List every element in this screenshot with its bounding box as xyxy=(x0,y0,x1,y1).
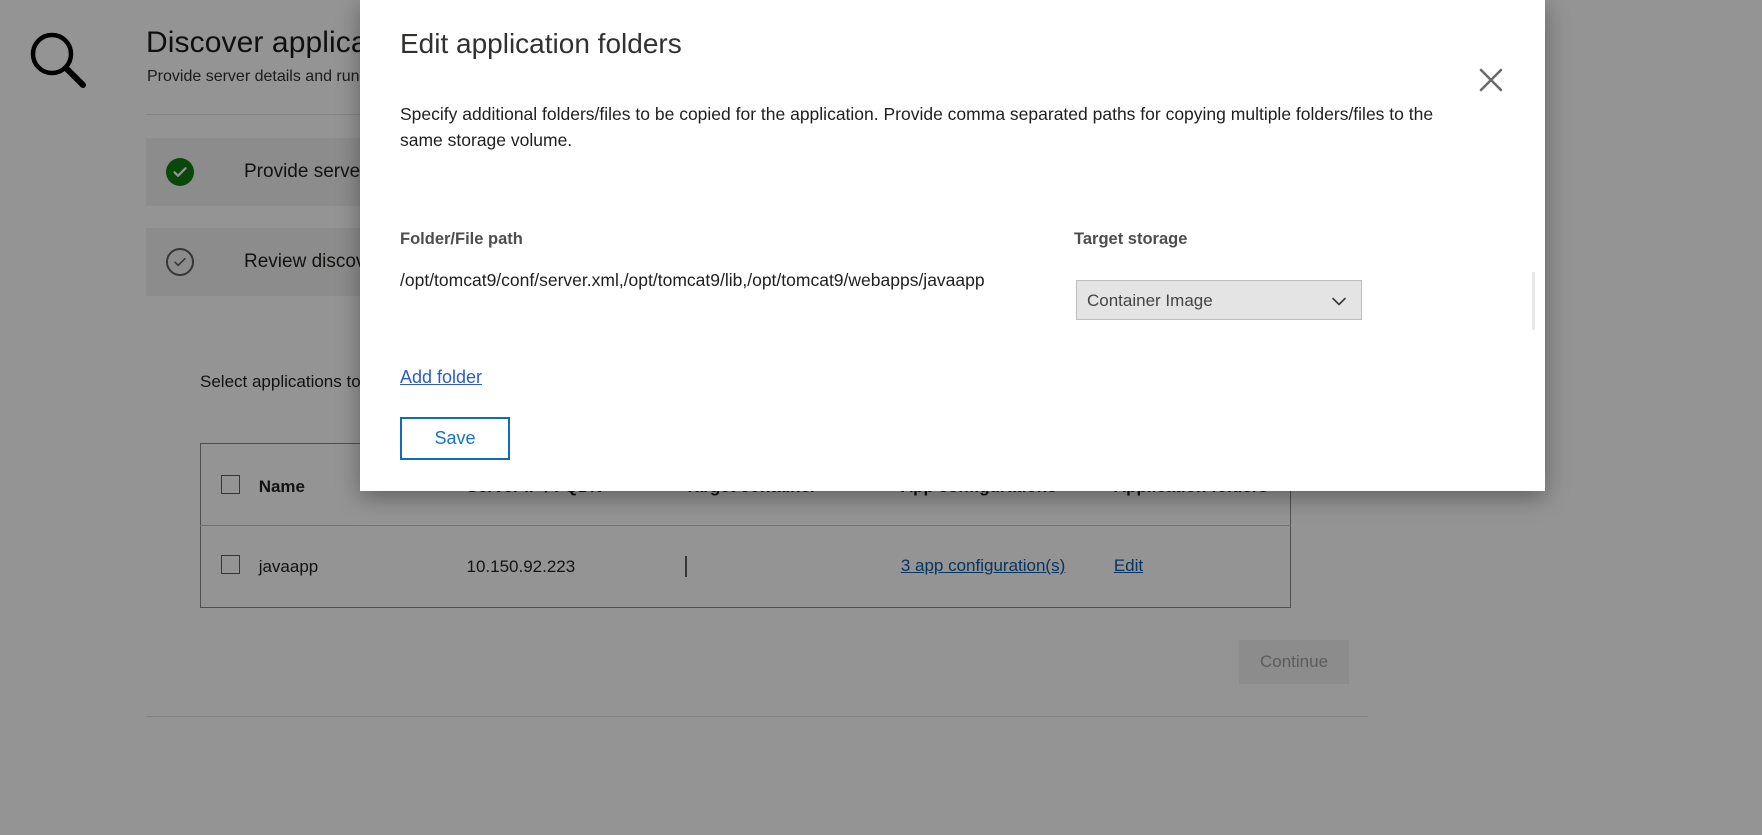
add-folder-link[interactable]: Add folder xyxy=(400,367,482,388)
dialog-title: Edit application folders xyxy=(400,28,682,59)
close-icon xyxy=(1477,66,1505,94)
scroll-indicator xyxy=(1532,272,1535,330)
folder-file-path-label: Folder/File path xyxy=(400,230,523,248)
close-button[interactable] xyxy=(1469,58,1513,102)
edit-application-folders-dialog: Edit application folders Specify additio… xyxy=(360,0,1545,491)
target-storage-select[interactable]: Container Image xyxy=(1076,280,1362,320)
app-root: Discover applications Provide server det… xyxy=(0,0,1762,835)
folder-file-path-value[interactable]: /opt/tomcat9/conf/server.xml,/opt/tomcat… xyxy=(400,268,1060,293)
dialog-description: Specify additional folders/files to be c… xyxy=(400,104,1434,151)
target-storage-label: Target storage xyxy=(1074,230,1188,248)
save-button[interactable]: Save xyxy=(400,417,510,460)
